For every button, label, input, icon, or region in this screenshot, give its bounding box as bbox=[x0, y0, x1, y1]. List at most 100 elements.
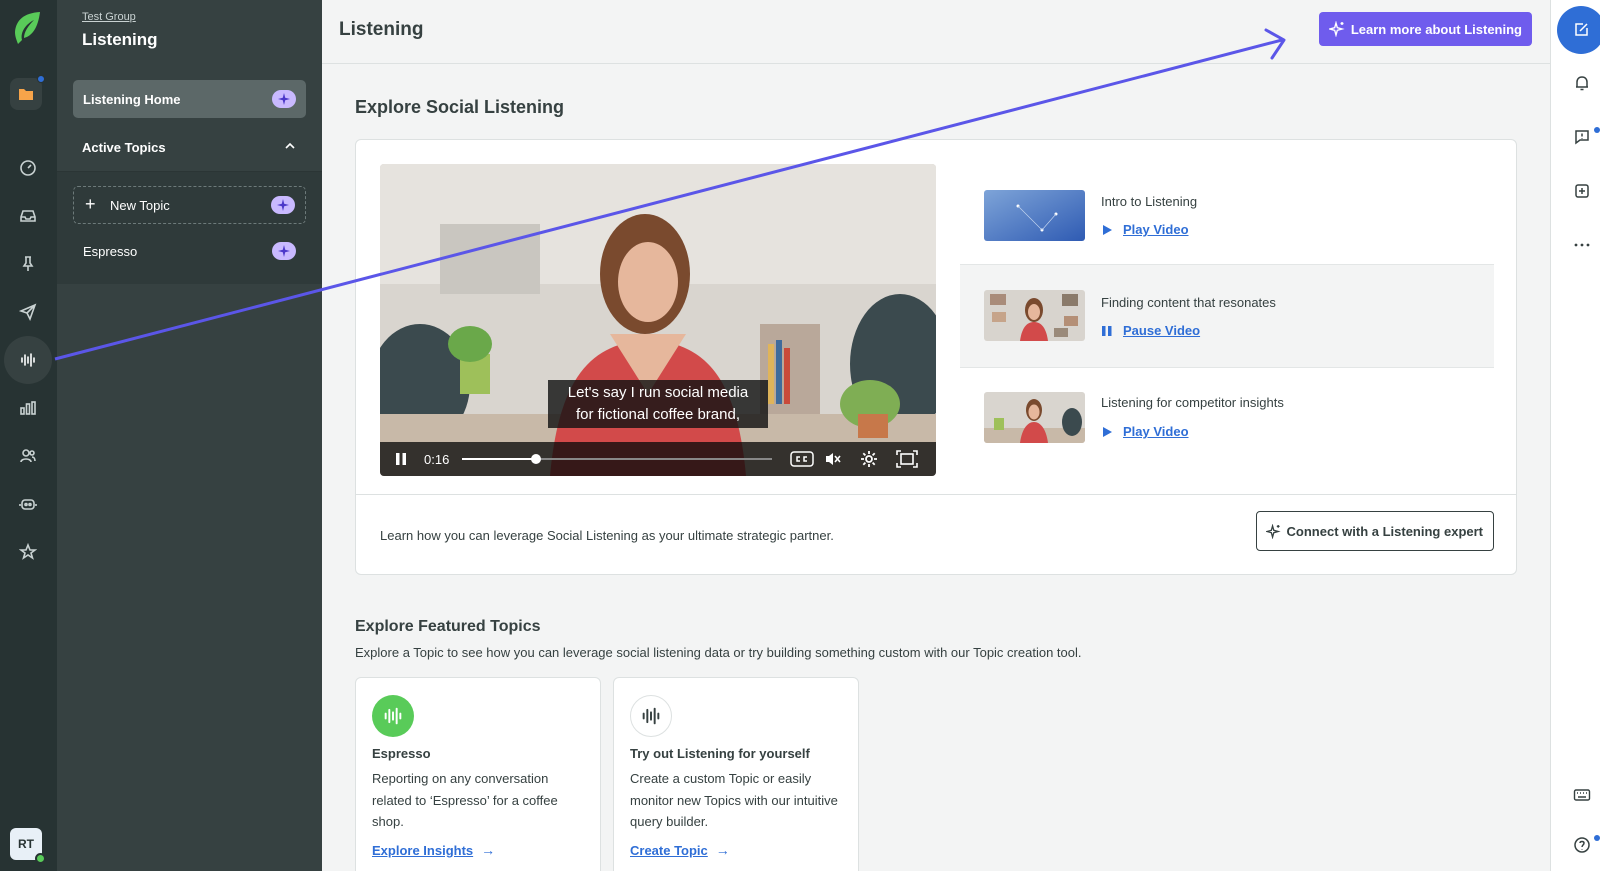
active-topics-list: + New Topic Espresso bbox=[57, 172, 322, 284]
section-title: Listening bbox=[82, 30, 158, 49]
notification-dot bbox=[37, 75, 45, 83]
more-icon[interactable] bbox=[1573, 236, 1591, 254]
create-topic-link[interactable]: Create Topic → bbox=[630, 842, 730, 858]
play-icon bbox=[1103, 426, 1112, 437]
active-topics-toggle[interactable]: Active Topics bbox=[57, 124, 322, 172]
play-video-link[interactable]: Play Video bbox=[1101, 424, 1189, 439]
topic-card-title: Try out Listening for yourself bbox=[630, 746, 810, 761]
folder-icon[interactable] bbox=[10, 75, 45, 110]
listening-icon bbox=[630, 695, 672, 737]
topic-card-espresso[interactable]: Espresso Reporting on any conversation r… bbox=[355, 677, 601, 871]
new-topic-label: New Topic bbox=[110, 197, 170, 213]
fullscreen-icon[interactable] bbox=[896, 450, 918, 468]
listening-subnav: Test Group Listening Listening Home Acti… bbox=[57, 0, 322, 871]
play-video-label: Play Video bbox=[1123, 222, 1189, 237]
learn-more-label: Learn more about Listening bbox=[1350, 21, 1522, 37]
featured-description: Explore a Topic to see how you can lever… bbox=[355, 645, 1082, 660]
topic-card-body: Create a custom Topic or easily monitor … bbox=[630, 771, 838, 829]
explore-insights-label: Explore Insights bbox=[372, 842, 474, 858]
video-list: Intro to Listening Play Video Finding co… bbox=[960, 140, 1494, 494]
pause-video-link[interactable]: Pause Video bbox=[1101, 323, 1200, 338]
primary-nav-rail: RT bbox=[0, 0, 57, 871]
listening-icon bbox=[372, 695, 414, 737]
main-content: Listening Learn more about Listening Exp… bbox=[322, 0, 1550, 871]
video-controls: 0:16 bbox=[380, 442, 936, 476]
pause-icon[interactable] bbox=[392, 450, 410, 468]
video-progress-fill bbox=[462, 458, 537, 460]
play-icon bbox=[1103, 224, 1112, 235]
active-topics-label: Active Topics bbox=[82, 140, 166, 155]
page-title: Listening bbox=[339, 19, 424, 40]
pause-video-label: Pause Video bbox=[1123, 323, 1201, 338]
video-progress-bar[interactable] bbox=[462, 454, 772, 464]
explore-insights-link[interactable]: Explore Insights → bbox=[372, 842, 495, 858]
avatar[interactable]: RT bbox=[10, 828, 46, 864]
sparkle-icon bbox=[271, 196, 295, 214]
sparkle-icon bbox=[272, 90, 296, 108]
bot-icon[interactable] bbox=[4, 480, 52, 528]
video-list-item-playing[interactable]: Finding content that resonates Pause Vid… bbox=[960, 264, 1494, 368]
topic-card-body: Reporting on any conversation related to… bbox=[372, 771, 558, 829]
explore-title: Explore Social Listening bbox=[355, 97, 565, 117]
online-status-dot bbox=[35, 853, 46, 864]
sparkle-icon bbox=[272, 242, 296, 260]
bell-icon[interactable] bbox=[1573, 74, 1591, 92]
explore-card: Let's say I run social media for fiction… bbox=[355, 139, 1517, 575]
topic-card-custom[interactable]: Try out Listening for yourself Create a … bbox=[613, 677, 859, 871]
nav-listening-home-label: Listening Home bbox=[83, 91, 181, 107]
sparkle-icon bbox=[1265, 524, 1281, 539]
utility-rail bbox=[1550, 0, 1600, 871]
play-video-link[interactable]: Play Video bbox=[1101, 222, 1189, 237]
explore-card-footer: Learn how you can leverage Social Listen… bbox=[356, 494, 1516, 574]
explore-footer-text: Learn how you can leverage Social Listen… bbox=[380, 528, 834, 543]
mute-icon[interactable] bbox=[824, 450, 842, 468]
connect-expert-button[interactable]: Connect with a Listening expert bbox=[1255, 511, 1494, 551]
video-thumbnail bbox=[984, 190, 1085, 241]
notification-dot bbox=[1594, 835, 1600, 841]
listening-icon[interactable] bbox=[4, 336, 52, 384]
inbox-icon[interactable] bbox=[4, 192, 52, 240]
video-time: 0:16 bbox=[424, 452, 450, 467]
help-icon[interactable] bbox=[1573, 836, 1591, 854]
compose-icon[interactable] bbox=[1557, 6, 1600, 54]
featured-title: Explore Featured Topics bbox=[355, 618, 541, 635]
chevron-up-icon bbox=[285, 142, 295, 149]
closed-captions-icon[interactable] bbox=[790, 450, 814, 468]
dashboard-icon[interactable] bbox=[4, 144, 52, 192]
send-icon[interactable] bbox=[4, 288, 52, 336]
video-list-item[interactable]: Intro to Listening Play Video bbox=[960, 164, 1494, 268]
video-thumbnail bbox=[984, 290, 1085, 341]
add-icon[interactable] bbox=[1573, 182, 1591, 200]
video-player[interactable]: Let's say I run social media for fiction… bbox=[380, 164, 936, 476]
connect-expert-label: Connect with a Listening expert bbox=[1286, 523, 1483, 539]
pause-icon bbox=[1102, 325, 1112, 336]
pin-icon[interactable] bbox=[4, 240, 52, 288]
people-icon[interactable] bbox=[4, 432, 52, 480]
settings-gear-icon[interactable] bbox=[860, 450, 878, 468]
notification-dot bbox=[1594, 127, 1600, 133]
plus-icon: + bbox=[85, 194, 96, 214]
sprout-logo-icon[interactable] bbox=[10, 10, 46, 46]
reports-icon[interactable] bbox=[4, 384, 52, 432]
arrow-right-icon: → bbox=[481, 842, 496, 858]
video-scrubber-handle[interactable] bbox=[531, 454, 542, 464]
video-thumbnail bbox=[984, 392, 1085, 443]
nav-listening-home[interactable]: Listening Home bbox=[73, 80, 306, 118]
caption-line-2: for fictional coffee brand, bbox=[576, 406, 740, 423]
play-video-label: Play Video bbox=[1123, 424, 1189, 439]
new-topic-button[interactable]: + New Topic bbox=[73, 186, 306, 224]
video-title: Listening for competitor insights bbox=[1101, 395, 1284, 410]
topic-card-title: Espresso bbox=[372, 746, 431, 761]
feedback-icon[interactable] bbox=[1573, 128, 1591, 146]
video-caption: Let's say I run social media for fiction… bbox=[548, 380, 768, 428]
video-title: Finding content that resonates bbox=[1101, 295, 1276, 310]
learn-more-button[interactable]: Learn more about Listening bbox=[1318, 12, 1532, 46]
group-link[interactable]: Test Group bbox=[82, 11, 136, 23]
star-icon[interactable] bbox=[4, 528, 52, 576]
keyboard-icon[interactable] bbox=[1573, 786, 1591, 804]
arrow-right-icon: → bbox=[715, 842, 730, 858]
topic-item-espresso[interactable]: Espresso bbox=[73, 232, 306, 270]
sparkle-icon bbox=[1328, 21, 1345, 37]
create-topic-label: Create Topic bbox=[630, 842, 708, 858]
video-list-item[interactable]: Listening for competitor insights Play V… bbox=[960, 368, 1494, 472]
